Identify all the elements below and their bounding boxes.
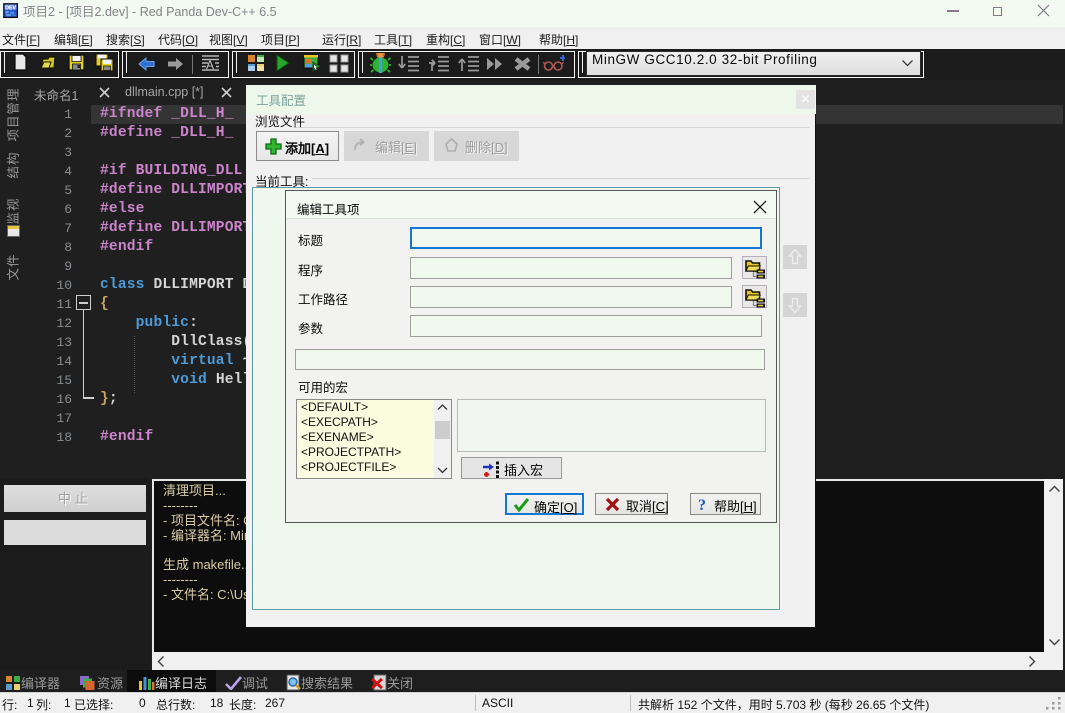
svg-text:A: A <box>206 58 214 72</box>
svg-text:DEV: DEV <box>5 5 16 11</box>
svg-text:?: ? <box>698 497 706 513</box>
